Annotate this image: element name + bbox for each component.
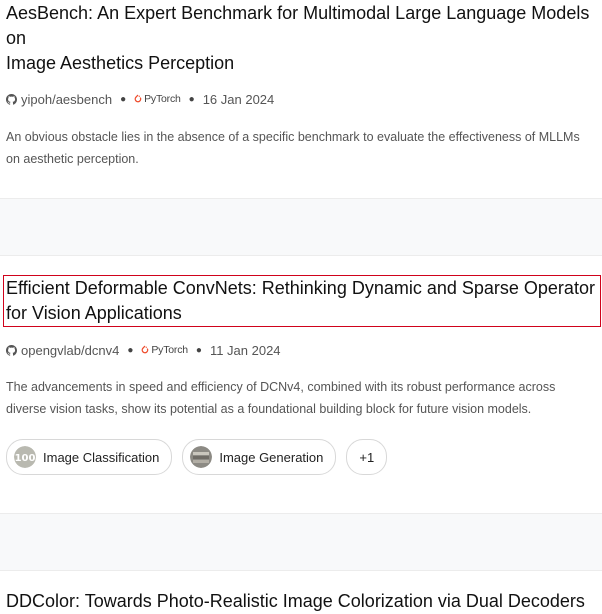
publish-date: 11 Jan 2024 bbox=[209, 342, 281, 358]
paper-abstract: An obvious obstacle lies in the absence … bbox=[6, 126, 586, 170]
paper-title[interactable]: AesBench: An Expert Benchmark for Multim… bbox=[0, 0, 602, 76]
paper-title[interactable]: Efficient Deformable ConvNets: Rethinkin… bbox=[3, 275, 601, 327]
paper-card: AesBench: An Expert Benchmark for Multim… bbox=[0, 0, 602, 170]
paper-title-line: Efficient Deformable ConvNets: Rethinkin… bbox=[6, 278, 595, 298]
framework-label: PyTorch bbox=[151, 344, 188, 356]
more-tags-count: +1 bbox=[359, 449, 375, 465]
github-icon bbox=[6, 93, 17, 105]
framework-label: PyTorch bbox=[144, 93, 181, 105]
image-classification-thumbnail-icon: 100 bbox=[14, 446, 36, 468]
abstract-line: on aesthetic perception. bbox=[6, 152, 139, 166]
tag-image-classification[interactable]: 100 Image Classification bbox=[6, 439, 173, 475]
paper-title-line: for Vision Applications bbox=[6, 303, 182, 323]
abstract-line: The advancements in speed and efficiency… bbox=[6, 380, 556, 394]
section-divider bbox=[0, 198, 602, 256]
paper-title-line: Image Aesthetics Perception bbox=[6, 53, 235, 73]
pytorch-flame-icon bbox=[141, 345, 149, 354]
abstract-line: An obvious obstacle lies in the absence … bbox=[6, 130, 580, 144]
pytorch-flame-icon bbox=[134, 94, 142, 103]
framework-badge: PyTorch bbox=[141, 344, 188, 356]
repo-link[interactable]: opengvlab/dcnv4 bbox=[21, 343, 119, 358]
paper-title-line: DDColor: Towards Photo-Realistic Image C… bbox=[6, 591, 585, 611]
separator-dot: ● bbox=[195, 344, 202, 356]
image-generation-thumbnail-icon bbox=[190, 446, 213, 468]
paper-card: Efficient Deformable ConvNets: Rethinkin… bbox=[0, 275, 602, 420]
publish-date: 16 Jan 2024 bbox=[202, 91, 275, 107]
paper-meta: yipoh/aesbench ● PyTorch ● 16 Jan 2024 bbox=[6, 90, 602, 108]
framework-badge: PyTorch bbox=[134, 93, 181, 105]
section-divider bbox=[0, 513, 602, 571]
github-icon bbox=[6, 344, 17, 356]
paper-abstract: The advancements in speed and efficiency… bbox=[6, 376, 586, 420]
separator-dot: ● bbox=[120, 93, 127, 105]
paper-meta: opengvlab/dcnv4 ● PyTorch ● 11 Jan 2024 bbox=[6, 341, 602, 359]
tag-image-generation[interactable]: Image Generation bbox=[182, 439, 337, 475]
paper-title-line: AesBench: An Expert Benchmark for Multim… bbox=[6, 3, 590, 48]
repo-link[interactable]: yipoh/aesbench bbox=[21, 92, 112, 107]
abstract-line: diverse vision tasks, show its potential… bbox=[6, 402, 532, 416]
more-tags-button[interactable]: +1 bbox=[346, 439, 388, 475]
tag-label: Image Classification bbox=[43, 449, 160, 465]
svg-text:100: 100 bbox=[15, 453, 36, 464]
separator-dot: ● bbox=[127, 344, 134, 356]
separator-dot: ● bbox=[188, 93, 195, 105]
task-tags: 100 Image Classification Image Generatio… bbox=[6, 439, 388, 475]
tag-label: Image Generation bbox=[219, 449, 324, 465]
